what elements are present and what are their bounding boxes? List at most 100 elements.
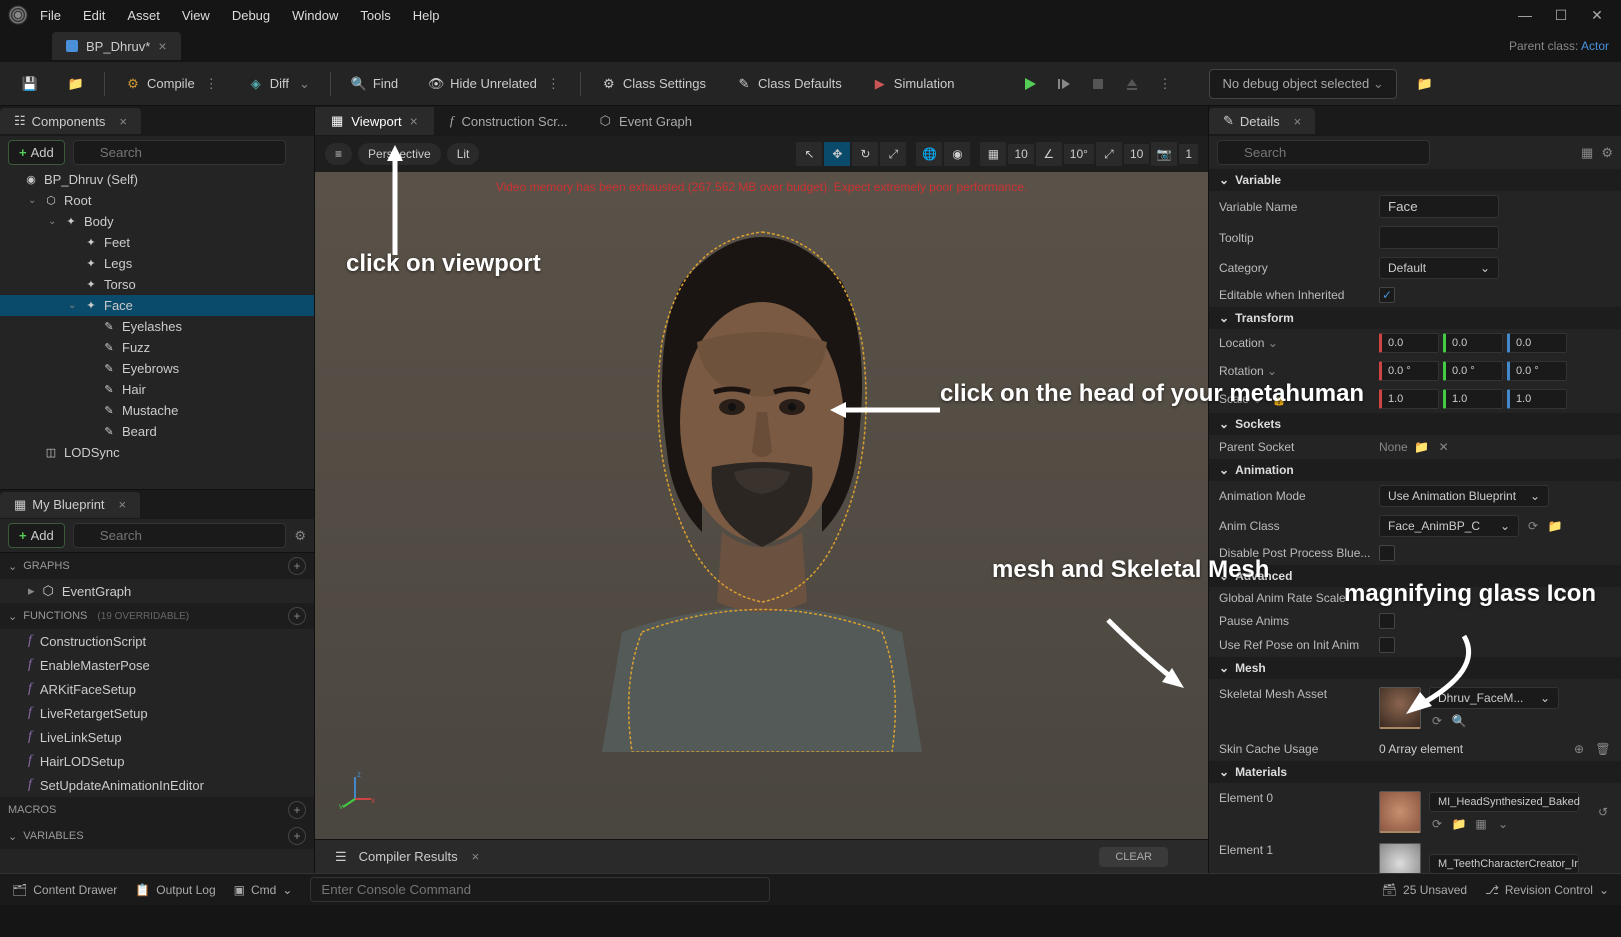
unsaved-button[interactable]: 🗃25 Unsaved	[1382, 883, 1467, 897]
functions-section[interactable]: ⌄FUNCTIONS(19 OVERRIDABLE)+	[0, 603, 314, 629]
function-enablemasterpose[interactable]: fEnableMasterPose	[0, 653, 314, 677]
variable-category[interactable]: ⌄Variable	[1209, 169, 1621, 191]
variable-name-input[interactable]	[1379, 195, 1499, 218]
material-thumbnail[interactable]	[1379, 791, 1421, 833]
add-macro-button[interactable]: +	[288, 801, 306, 819]
scale-z[interactable]	[1507, 389, 1567, 409]
move-tool[interactable]: ✥	[824, 142, 850, 166]
browse-button[interactable]: 📁	[58, 70, 94, 98]
cmd-dropdown[interactable]: ▣Cmd⌄	[234, 883, 293, 897]
menu-edit[interactable]: Edit	[83, 8, 105, 23]
chevron-down-icon[interactable]: ⌄	[1495, 816, 1511, 832]
surface-snap-button[interactable]: ◉	[944, 142, 970, 166]
scale-tool[interactable]: ⤢	[880, 142, 906, 166]
rotation-z[interactable]	[1507, 361, 1567, 381]
browse-icon[interactable]: 📁	[1414, 439, 1430, 455]
component-fuzz[interactable]: ✎Fuzz	[0, 337, 314, 358]
camera-speed-button[interactable]: 📷	[1151, 142, 1177, 166]
scale-snap-button[interactable]: ⤢	[1096, 142, 1122, 166]
scale-snap-value[interactable]: 10	[1124, 144, 1149, 164]
graph-eventgraph[interactable]: ▸⬡EventGraph	[0, 579, 314, 603]
menu-view[interactable]: View	[182, 8, 210, 23]
class-defaults-button[interactable]: ✎Class Defaults	[726, 70, 852, 98]
settings-button[interactable]: ⚙	[1601, 145, 1613, 161]
stop-button[interactable]	[1082, 72, 1114, 96]
myblueprint-panel-tab[interactable]: ▦ My Blueprint ×	[0, 492, 140, 518]
ref-pose-checkbox[interactable]	[1379, 637, 1395, 653]
close-icon[interactable]: ×	[410, 113, 418, 129]
transform-category[interactable]: ⌄Transform	[1209, 307, 1621, 329]
advanced-category[interactable]: ⌄Advanced	[1209, 565, 1621, 587]
lit-button[interactable]: Lit	[447, 143, 480, 165]
component-root[interactable]: ⌄⬡Root	[0, 190, 314, 211]
hide-unrelated-button[interactable]: 👁Hide Unrelated⋮	[418, 70, 570, 98]
texture-icon[interactable]: ▦	[1473, 816, 1489, 832]
graphs-section[interactable]: ⌄GRAPHS+	[0, 553, 314, 579]
find-button[interactable]: 🔍Find	[341, 70, 408, 98]
function-setupdateanimationineditor[interactable]: fSetUpdateAnimationInEditor	[0, 773, 314, 797]
myblueprint-search-input[interactable]	[73, 523, 286, 548]
component-bp-dhruv--self-[interactable]: ◉BP_Dhruv (Self)	[0, 169, 314, 190]
editable-checkbox[interactable]	[1379, 287, 1395, 303]
component-mustache[interactable]: ✎Mustache	[0, 400, 314, 421]
component-lodsync[interactable]: ◫LODSync	[0, 442, 314, 463]
document-tab[interactable]: BP_Dhruv* ×	[52, 32, 181, 60]
scale-x[interactable]	[1379, 389, 1439, 409]
material0-dropdown[interactable]: MI_HeadSynthesized_Baked	[1429, 792, 1579, 812]
content-drawer-button[interactable]: 🗂Content Drawer	[12, 883, 117, 897]
grid-snap-button[interactable]: ▦	[980, 142, 1006, 166]
maximize-button[interactable]: ☐	[1551, 5, 1571, 25]
component-feet[interactable]: ✦Feet	[0, 232, 314, 253]
components-search-input[interactable]	[73, 140, 286, 165]
anim-class-dropdown[interactable]: Face_AnimBP_C⌄	[1379, 515, 1519, 537]
use-selected-icon[interactable]: ⟳	[1429, 713, 1445, 729]
close-icon[interactable]: ×	[119, 114, 127, 129]
rotation-x[interactable]	[1379, 361, 1439, 381]
diff-button[interactable]: ◈Diff⌄	[238, 70, 320, 98]
component-face[interactable]: ⌄✦Face	[0, 295, 314, 316]
minimize-button[interactable]: —	[1515, 5, 1535, 25]
tab-close-button[interactable]: ×	[158, 38, 166, 54]
function-livelinksetup[interactable]: fLiveLinkSetup	[0, 725, 314, 749]
angle-snap-button[interactable]: ∠	[1036, 142, 1062, 166]
component-eyelashes[interactable]: ✎Eyelashes	[0, 316, 314, 337]
close-icon[interactable]: ×	[1294, 114, 1302, 129]
debug-find-button[interactable]: 📁	[1407, 70, 1443, 98]
clear-button[interactable]: CLEAR	[1099, 847, 1168, 867]
location-z[interactable]	[1507, 333, 1567, 353]
compile-button[interactable]: ⚙Compile⋮	[115, 70, 228, 98]
tab-viewport[interactable]: ▦Viewport×	[315, 107, 434, 135]
browse-to-asset-icon[interactable]: 🔍	[1451, 713, 1467, 729]
delete-element-icon[interactable]: 🗑	[1595, 741, 1611, 757]
material1-dropdown[interactable]: M_TeethCharacterCreator_Ir	[1429, 854, 1579, 873]
add-variable-button[interactable]: +	[288, 827, 306, 845]
close-icon[interactable]: ×	[472, 849, 480, 864]
details-panel-tab[interactable]: ✎ Details ×	[1209, 108, 1315, 134]
viewport-menu-button[interactable]: ≡	[325, 143, 352, 165]
close-button[interactable]: ✕	[1587, 5, 1607, 25]
grid-snap-value[interactable]: 10	[1008, 144, 1033, 164]
clear-icon[interactable]: ✕	[1436, 439, 1452, 455]
menu-tools[interactable]: Tools	[360, 8, 390, 23]
menu-debug[interactable]: Debug	[232, 8, 270, 23]
debug-object-select[interactable]: No debug object selected ⌄	[1209, 69, 1396, 99]
add-component-button[interactable]: +Add	[8, 140, 65, 165]
browse-icon[interactable]: 📁	[1451, 816, 1467, 832]
scale-y[interactable]	[1443, 389, 1503, 409]
tab-construction-scr---[interactable]: fConstruction Scr...	[434, 107, 584, 135]
tooltip-input[interactable]	[1379, 226, 1499, 249]
add-function-button[interactable]: +	[288, 607, 306, 625]
components-panel-tab[interactable]: ☷ Components ×	[0, 108, 141, 134]
property-matrix-button[interactable]: ▦	[1581, 145, 1593, 161]
eject-button[interactable]	[1116, 72, 1148, 96]
sockets-category[interactable]: ⌄Sockets	[1209, 413, 1621, 435]
component-legs[interactable]: ✦Legs	[0, 253, 314, 274]
function-hairlodsetup[interactable]: fHairLODSetup	[0, 749, 314, 773]
play-options-button[interactable]: ⋮	[1150, 72, 1179, 96]
add-blueprint-button[interactable]: +Add	[8, 523, 65, 548]
select-tool[interactable]: ↖	[796, 142, 822, 166]
macros-section[interactable]: MACROS+	[0, 797, 314, 823]
anim-mode-dropdown[interactable]: Use Animation Blueprint⌄	[1379, 485, 1549, 507]
camera-speed-value[interactable]: 1	[1179, 144, 1198, 164]
rotation-y[interactable]	[1443, 361, 1503, 381]
